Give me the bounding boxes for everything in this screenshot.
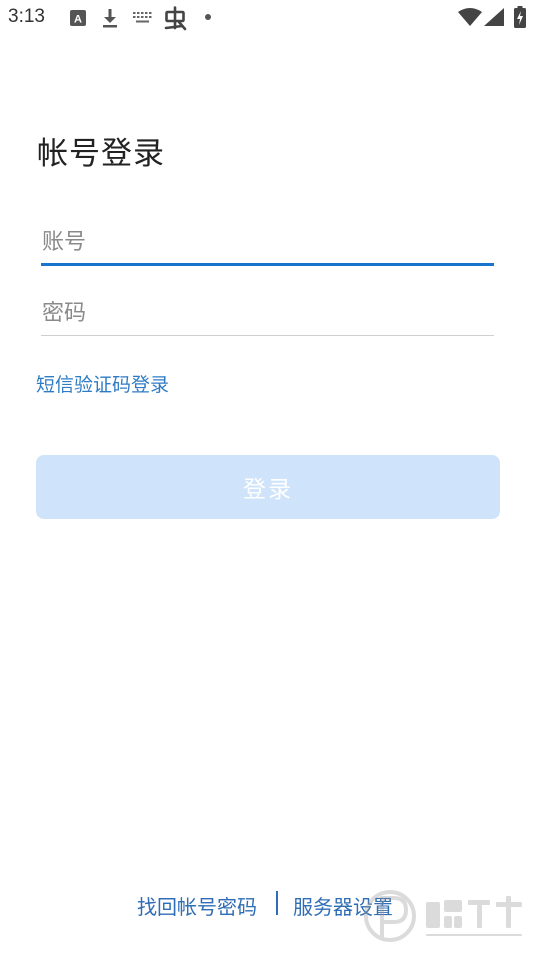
wifi-icon [458, 8, 482, 26]
page-title: 帐号登录 [37, 136, 165, 172]
recover-account-link[interactable]: 找回帐号密码 [137, 891, 257, 920]
svg-text:A: A [74, 14, 82, 26]
status-bar: 3:13 A [0, 0, 536, 36]
battery-charging-icon [514, 6, 526, 28]
signal-icon [484, 8, 504, 26]
account-input[interactable] [41, 222, 495, 262]
password-input[interactable] [41, 293, 495, 333]
download-icon [103, 9, 117, 28]
bug-icon [164, 6, 187, 31]
status-time: 3:13 [8, 6, 45, 27]
password-underline [41, 335, 494, 336]
login-button[interactable]: 登录 [36, 455, 500, 519]
keyboard-icon [133, 12, 152, 23]
dot-icon [205, 14, 211, 20]
footer-divider [276, 891, 278, 915]
sms-code-login-link[interactable]: 短信验证码登录 [36, 370, 169, 397]
watermark-logo [364, 890, 522, 942]
a-badge-icon: A [70, 10, 86, 26]
password-field [41, 293, 495, 336]
account-field [41, 222, 495, 266]
account-underline-focused [41, 263, 494, 266]
